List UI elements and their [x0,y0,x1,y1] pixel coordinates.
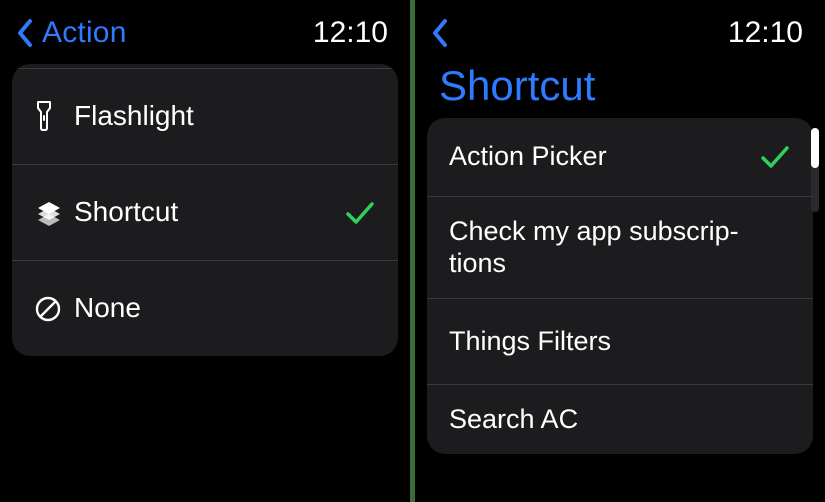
action-row-label: Flashlight [74,100,376,132]
none-icon [34,295,74,323]
shortcut-row[interactable]: Things Filters [427,298,813,384]
shortcut-row-label: Things Filters [449,326,791,357]
back-label: Action [42,16,127,50]
action-row-flashlight[interactable]: Flashlight [12,68,398,164]
shortcut-icon [34,200,74,226]
header: 12:10 [415,0,825,62]
page-title: Shortcut [415,62,825,118]
flashlight-icon [34,100,74,134]
checkmark-icon [344,199,376,227]
action-list: Dive Flashlight Shortcut [12,64,398,356]
clock-time: 12:10 [313,16,388,50]
shortcut-row-label: Search AC [449,404,791,435]
action-row-none[interactable]: None [12,260,398,356]
watch-screen-shortcut: 12:10 Shortcut Action Picker Check my ap… [415,0,825,502]
chevron-left-icon [431,18,451,48]
shortcut-row-label: Action Picker [449,141,759,172]
action-row-shortcut[interactable]: Shortcut [12,164,398,260]
shortcut-row[interactable]: Search AC [427,384,813,454]
shortcut-row[interactable]: Check my app subscrip‐tions [427,196,813,298]
clock-time: 12:10 [728,16,803,50]
back-button[interactable]: Action [16,16,127,50]
shortcut-row[interactable]: Action Picker [427,118,813,196]
checkmark-icon [759,143,791,171]
shortcut-row-label: Check my app subscrip‐tions [449,216,791,278]
action-row-label: Shortcut [74,196,344,228]
shortcut-list: Action Picker Check my app subscrip‐tion… [427,118,813,454]
back-button[interactable] [431,18,451,48]
watch-screen-action: Action 12:10 Dive Flashlight [0,0,410,502]
header: Action 12:10 [0,0,410,62]
chevron-left-icon [16,18,36,48]
action-row-label: None [74,292,376,324]
